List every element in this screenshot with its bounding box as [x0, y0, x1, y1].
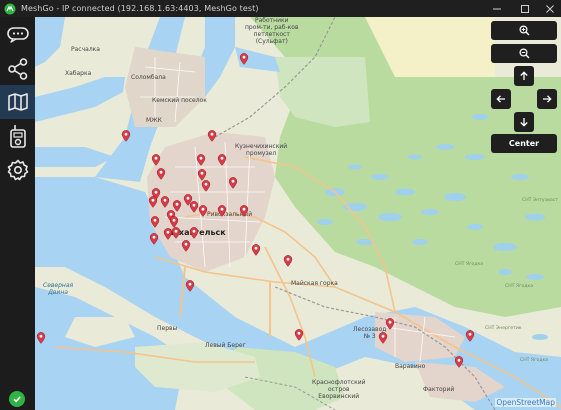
zoom-out-button[interactable] — [491, 44, 557, 63]
node-marker[interactable] — [378, 332, 388, 344]
node-marker[interactable] — [36, 332, 46, 344]
maximize-button[interactable] — [511, 0, 539, 17]
minimize-button[interactable] — [483, 0, 511, 17]
gear-icon — [7, 159, 28, 181]
node-marker[interactable] — [150, 216, 160, 228]
node-marker[interactable] — [283, 255, 293, 267]
node-marker[interactable] — [189, 201, 199, 213]
map-label-snt-4: СНТ Энтузиаст — [522, 198, 558, 203]
node-marker[interactable] — [294, 329, 304, 341]
node-marker[interactable] — [151, 154, 161, 166]
zoom-out-icon — [518, 48, 529, 59]
radio-device-icon — [9, 125, 26, 148]
sidebar-item-nodes[interactable] — [0, 52, 35, 86]
pan-down-button[interactable] — [514, 112, 534, 132]
node-marker[interactable] — [149, 233, 159, 245]
map-label-kuznechikha: Кузнечихинский промузел — [235, 143, 288, 157]
node-marker[interactable] — [239, 205, 249, 217]
node-marker[interactable] — [121, 130, 131, 142]
map-label-snt-1: СНТ Ягодка — [455, 262, 484, 267]
map-label-levy-bereg: Левый Берег — [205, 342, 246, 349]
map-label-krasnoflotsky: Краснофлотский остров Еворвинский — [312, 379, 366, 400]
node-marker[interactable] — [228, 177, 238, 189]
arrow-down-icon — [520, 118, 528, 127]
title-bar: MeshGo - IP connected (192.168.1.63:4403… — [0, 0, 561, 17]
zoom-in-button[interactable] — [491, 21, 557, 40]
node-marker[interactable] — [207, 130, 217, 142]
map-icon — [7, 93, 28, 111]
node-marker[interactable] — [454, 356, 464, 368]
node-marker[interactable] — [148, 196, 158, 208]
sidebar-item-map[interactable] — [0, 85, 35, 119]
map-label-raschalka: Расчалка — [71, 46, 100, 53]
network-icon — [7, 58, 27, 80]
close-icon — [546, 4, 554, 13]
node-marker[interactable] — [198, 205, 208, 217]
map-label-kemsky: Кемский поселок — [152, 97, 207, 104]
node-marker[interactable] — [181, 240, 191, 252]
node-marker[interactable] — [201, 180, 211, 192]
map-label-solombala: Соломбала — [131, 74, 166, 81]
sidebar — [0, 17, 35, 410]
map-tiles — [35, 17, 561, 410]
sidebar-item-settings[interactable] — [0, 153, 35, 187]
pan-up-button[interactable] — [514, 66, 534, 86]
map-label-snt-3: СНТ Энергетик — [485, 326, 522, 331]
map-label-pervy: Первы — [157, 325, 178, 332]
node-marker[interactable] — [160, 196, 170, 208]
maximize-icon — [521, 4, 529, 13]
map-label-faktoriya: Факторий — [423, 386, 455, 393]
map-label-mzhk: МЖК — [146, 117, 162, 124]
node-marker[interactable] — [239, 53, 249, 65]
connection-status-icon — [9, 391, 25, 407]
window-title: MeshGo - IP connected (192.168.1.63:4403… — [21, 4, 259, 13]
map-label-khabarka: Хабарка — [65, 70, 92, 77]
arrow-right-icon — [543, 95, 552, 103]
center-button[interactable]: Center — [491, 134, 557, 153]
node-marker[interactable] — [217, 205, 227, 217]
sidebar-item-chats[interactable] — [0, 18, 35, 52]
map-view[interactable]: Работники пром-ти, раб-ков петлеткост (Суль… — [35, 17, 561, 410]
sidebar-item-device[interactable] — [0, 119, 35, 153]
minimize-icon — [493, 8, 501, 9]
node-marker[interactable] — [171, 227, 181, 239]
app-logo-icon — [4, 3, 16, 14]
node-marker[interactable] — [465, 330, 475, 342]
map-label-mayskaya-gorka: Майская горка — [291, 280, 338, 287]
pan-left-button[interactable] — [491, 89, 511, 109]
map-label-snt-2: СНТ Ягодка — [505, 284, 534, 289]
app-window: MeshGo - IP connected (192.168.1.63:4403… — [0, 0, 561, 410]
map-label-sulfat: Работники пром-ти, раб-ков петлеткост (Суль… — [245, 17, 299, 45]
node-marker[interactable] — [385, 318, 395, 330]
arrow-left-icon — [496, 95, 505, 103]
map-label-varavino: Варавино — [395, 363, 426, 370]
map-label-snt-5: СНТ Ягодка — [520, 358, 549, 363]
check-circle-icon — [13, 396, 21, 403]
map-attribution[interactable]: OpenStreetMap — [495, 398, 556, 407]
node-marker[interactable] — [196, 154, 206, 166]
zoom-in-icon — [518, 25, 529, 36]
pan-right-button[interactable] — [537, 89, 557, 109]
node-marker[interactable] — [185, 280, 195, 292]
node-marker[interactable] — [189, 227, 199, 239]
map-label-severnaya-dvina: Северная Двина — [43, 282, 74, 296]
node-marker[interactable] — [156, 168, 166, 180]
node-marker[interactable] — [217, 154, 227, 166]
node-marker[interactable] — [251, 244, 261, 256]
arrow-up-icon — [520, 71, 528, 80]
close-button[interactable] — [536, 0, 561, 17]
chat-bubble-icon — [6, 27, 29, 43]
